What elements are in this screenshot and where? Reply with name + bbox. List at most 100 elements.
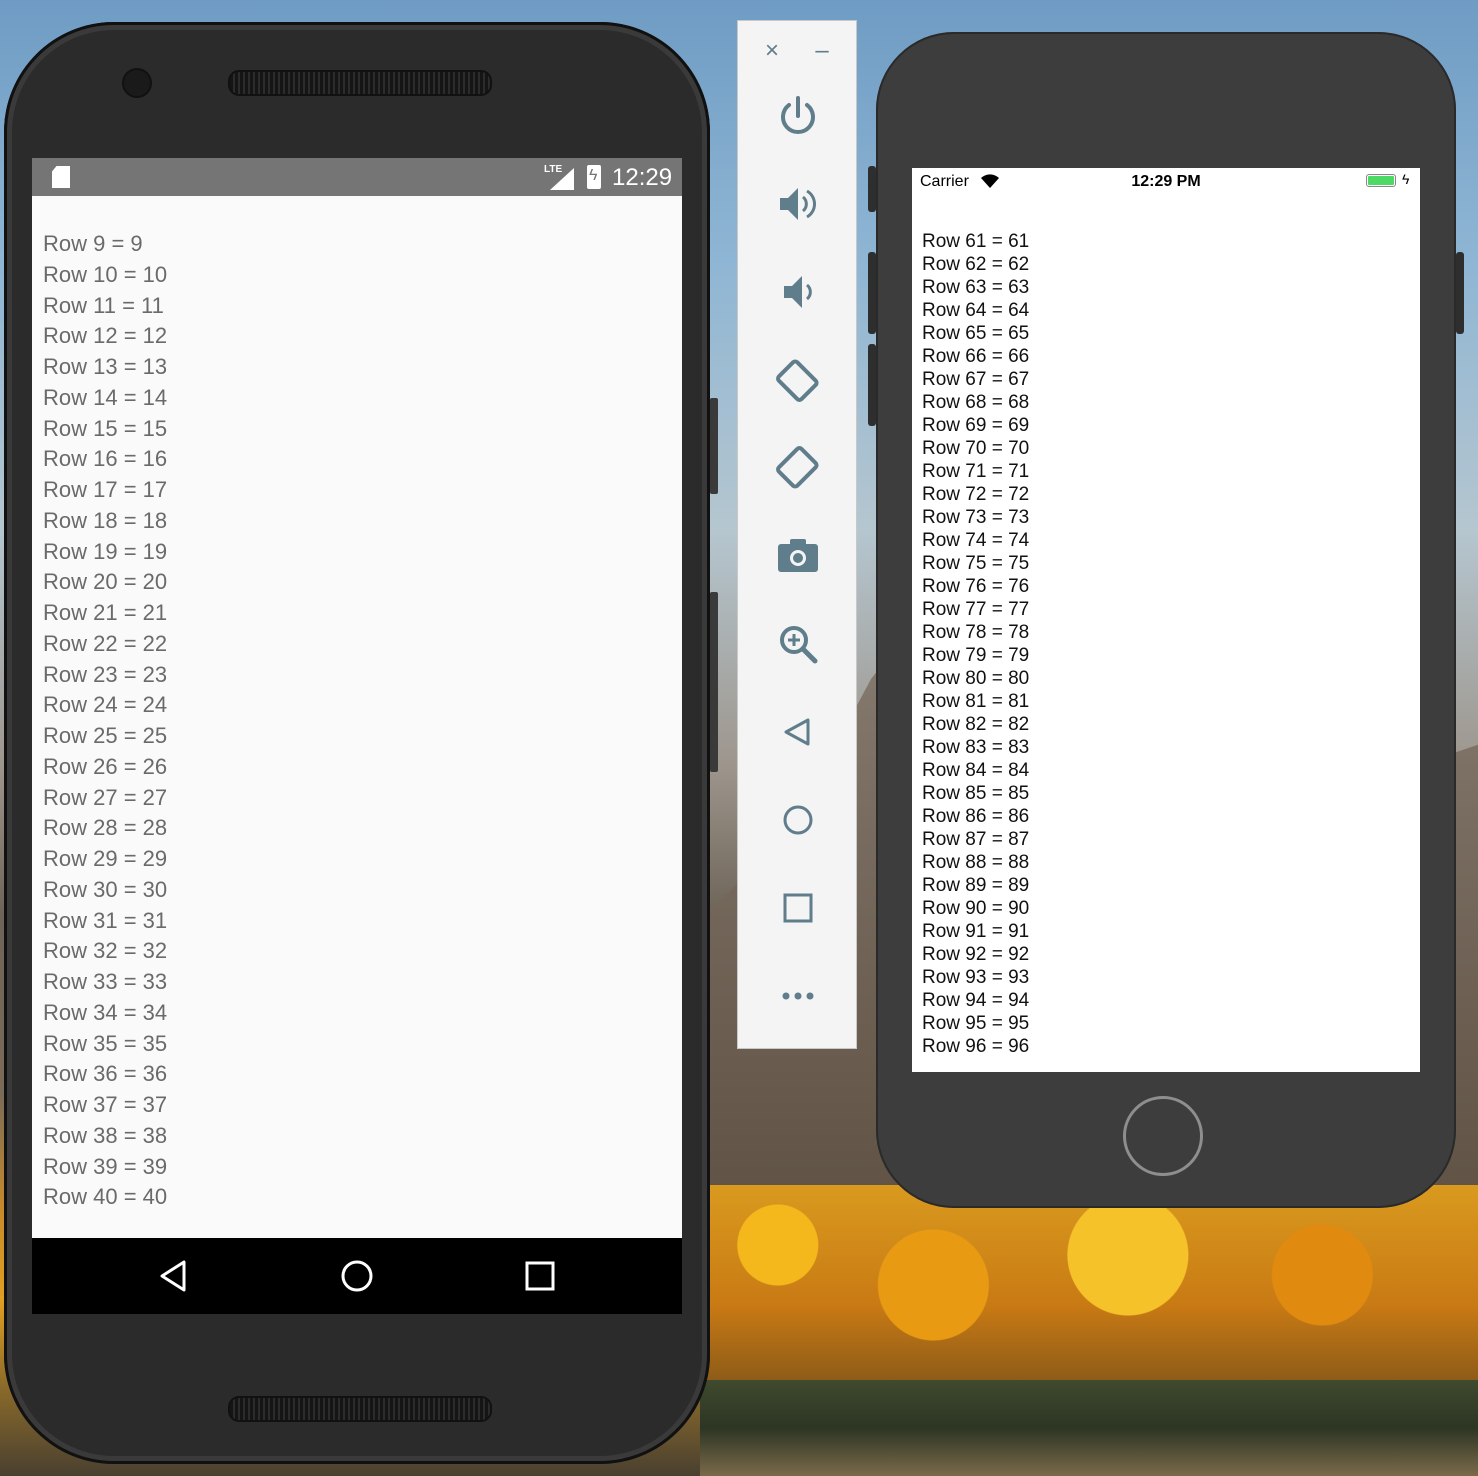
more-icon[interactable]	[770, 968, 826, 1024]
rotate-left-icon[interactable]	[770, 352, 826, 408]
list-item[interactable]: Row 23 = 23	[43, 660, 167, 691]
list-item[interactable]: Row 82 = 82	[922, 713, 1029, 736]
home-icon[interactable]	[339, 1258, 375, 1294]
home-button[interactable]	[1123, 1096, 1203, 1176]
list-item[interactable]: Row 35 = 35	[43, 1029, 167, 1060]
ios-simulator-device: Carrier 12:29 PM ϟ Row 61 = 61 Row 62 = 6…	[868, 32, 1464, 1208]
list-item[interactable]: Row 69 = 69	[922, 414, 1029, 437]
list-item[interactable]: Row 24 = 24	[43, 690, 167, 721]
rotate-right-icon[interactable]	[770, 440, 826, 496]
list-item[interactable]: Row 83 = 83	[922, 736, 1029, 759]
list-item[interactable]: Row 27 = 27	[43, 783, 167, 814]
power-icon[interactable]	[770, 88, 826, 144]
list-item[interactable]: Row 64 = 64	[922, 299, 1029, 322]
list-item[interactable]: Row 22 = 22	[43, 629, 167, 660]
volume-up-icon[interactable]	[770, 176, 826, 232]
overview-icon[interactable]	[522, 1258, 558, 1294]
list-item[interactable]: Row 16 = 16	[43, 444, 167, 475]
list-item[interactable]: Row 37 = 37	[43, 1090, 167, 1121]
list-item[interactable]: Row 70 = 70	[922, 437, 1029, 460]
list-item[interactable]: Row 81 = 81	[922, 690, 1029, 713]
list-item[interactable]: Row 29 = 29	[43, 844, 167, 875]
list-item[interactable]: Row 11 = 11	[43, 291, 167, 322]
minimize-icon[interactable]: –	[810, 39, 834, 63]
list-item[interactable]: Row 13 = 13	[43, 352, 167, 383]
list-item[interactable]: Row 86 = 86	[922, 805, 1029, 828]
list-item[interactable]: Row 89 = 89	[922, 874, 1029, 897]
list-item[interactable]: Row 96 = 96	[922, 1035, 1029, 1058]
list-item[interactable]: Row 84 = 84	[922, 759, 1029, 782]
android-list-view[interactable]: Row 9 = 9 Row 10 = 10 Row 11 = 11 Row 12 = …	[43, 229, 167, 1213]
list-item[interactable]: Row 18 = 18	[43, 506, 167, 537]
list-item[interactable]: Row 19 = 19	[43, 537, 167, 568]
emulator-toolbar: × –	[737, 20, 857, 1049]
list-item[interactable]: Row 68 = 68	[922, 391, 1029, 414]
list-item[interactable]: Row 77 = 77	[922, 598, 1029, 621]
list-item[interactable]: Row 94 = 94	[922, 989, 1029, 1012]
list-item[interactable]: Row 76 = 76	[922, 575, 1029, 598]
home-icon[interactable]	[770, 792, 826, 848]
list-item[interactable]: Row 79 = 79	[922, 644, 1029, 667]
list-item[interactable]: Row 20 = 20	[43, 567, 167, 598]
list-item[interactable]: Row 39 = 39	[43, 1152, 167, 1183]
status-time: 12:29 PM	[1131, 173, 1201, 190]
volume-down-icon[interactable]	[770, 264, 826, 320]
list-item[interactable]: Row 75 = 75	[922, 552, 1029, 575]
mute-switch[interactable]	[868, 166, 876, 212]
list-item[interactable]: Row 28 = 28	[43, 813, 167, 844]
list-item[interactable]: Row 63 = 63	[922, 276, 1029, 299]
list-item[interactable]: Row 61 = 61	[922, 230, 1029, 253]
list-item[interactable]: Row 10 = 10	[43, 260, 167, 291]
power-side-button[interactable]	[1456, 252, 1464, 334]
list-item[interactable]: Row 62 = 62	[922, 253, 1029, 276]
list-item[interactable]: Row 15 = 15	[43, 414, 167, 445]
list-item[interactable]: Row 36 = 36	[43, 1059, 167, 1090]
volume-down-side-button[interactable]	[868, 344, 876, 426]
camera-icon[interactable]	[770, 528, 826, 584]
back-icon[interactable]	[156, 1258, 192, 1294]
list-item[interactable]: Row 33 = 33	[43, 967, 167, 998]
list-item[interactable]: Row 17 = 17	[43, 475, 167, 506]
list-item[interactable]: Row 34 = 34	[43, 998, 167, 1029]
list-item[interactable]: Row 12 = 12	[43, 321, 167, 352]
list-item[interactable]: Row 66 = 66	[922, 345, 1029, 368]
list-item[interactable]: Row 74 = 74	[922, 529, 1029, 552]
volume-side-button[interactable]	[710, 592, 718, 772]
android-screen: LTE 12:29 Row 9 = 9Row 10 = 10Row 11 = 1…	[32, 158, 682, 1314]
list-item[interactable]: Row 91 = 91	[922, 920, 1029, 943]
back-icon[interactable]	[770, 704, 826, 760]
list-item[interactable]: Row 85 = 85	[922, 782, 1029, 805]
list-item[interactable]: Row 65 = 65	[922, 322, 1029, 345]
list-item[interactable]: Row 31 = 31	[43, 906, 167, 937]
list-item[interactable]: Row 40 = 40	[43, 1182, 167, 1213]
list-item[interactable]: Row 30 = 30	[43, 875, 167, 906]
list-item[interactable]: Row 26 = 26	[43, 752, 167, 783]
close-icon[interactable]: ×	[760, 39, 784, 63]
list-item[interactable]: Row 67 = 67	[922, 368, 1029, 391]
list-item[interactable]: Row 92 = 92	[922, 943, 1029, 966]
volume-up-side-button[interactable]	[868, 252, 876, 334]
list-item[interactable]: Row 71 = 71	[922, 460, 1029, 483]
list-item[interactable]: Row 88 = 88	[922, 851, 1029, 874]
list-item[interactable]: Row 73 = 73	[922, 506, 1029, 529]
list-item[interactable]: Row 38 = 38	[43, 1121, 167, 1152]
list-item[interactable]: Row 9 = 9	[43, 229, 167, 260]
list-item[interactable]: Row 87 = 87	[922, 828, 1029, 851]
list-item[interactable]: Row 21 = 21	[43, 598, 167, 629]
list-item[interactable]: Row 90 = 90	[922, 897, 1029, 920]
lte-label: LTE	[544, 164, 563, 175]
top-speaker-grille	[228, 70, 492, 96]
ios-list-view[interactable]: Row 61 = 61 Row 62 = 62 Row 63 = 63 Row 64 …	[922, 230, 1029, 1058]
list-item[interactable]: Row 32 = 32	[43, 936, 167, 967]
list-item[interactable]: Row 93 = 93	[922, 966, 1029, 989]
power-side-button[interactable]	[710, 398, 718, 494]
list-item[interactable]: Row 78 = 78	[922, 621, 1029, 644]
list-item[interactable]: Row 95 = 95	[922, 1012, 1029, 1035]
sd-card-icon	[52, 166, 70, 188]
zoom-icon[interactable]	[770, 616, 826, 672]
list-item[interactable]: Row 80 = 80	[922, 667, 1029, 690]
list-item[interactable]: Row 14 = 14	[43, 383, 167, 414]
overview-icon[interactable]	[770, 880, 826, 936]
list-item[interactable]: Row 25 = 25	[43, 721, 167, 752]
list-item[interactable]: Row 72 = 72	[922, 483, 1029, 506]
